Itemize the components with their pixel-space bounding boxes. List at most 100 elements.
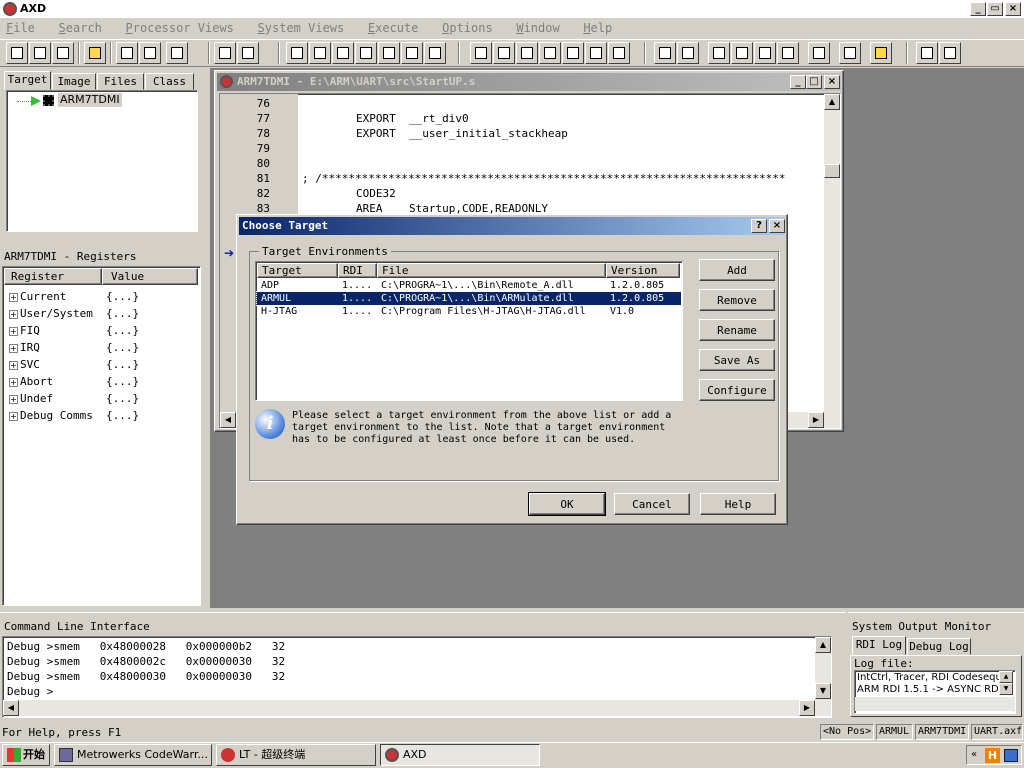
show-execution-point-icon[interactable]: [808, 42, 830, 64]
expand-icon[interactable]: +: [9, 343, 18, 353]
expand-icon[interactable]: +: [9, 360, 18, 370]
scroll-right-arrow-icon[interactable]: ▶: [799, 700, 815, 716]
backtrace-view-icon[interactable]: [355, 42, 377, 64]
memory-view-icon[interactable]: [378, 42, 400, 64]
sys-output-icon[interactable]: [562, 42, 584, 64]
cancel-button[interactable]: Cancel: [614, 493, 690, 515]
target-row-adp[interactable]: ADP 1.... C:\PROGRA~1\...\Bin\Remote_A.d…: [257, 279, 681, 292]
find-icon[interactable]: [214, 42, 236, 64]
sys-cli-icon[interactable]: [608, 42, 630, 64]
menu-execute[interactable]: Execute: [368, 21, 419, 35]
print-icon[interactable]: [139, 42, 161, 64]
tab-rdi-log[interactable]: RDI Log: [852, 636, 906, 655]
scroll-right-arrow-icon[interactable]: ▶: [808, 412, 824, 428]
sys-watch-icon[interactable]: [493, 42, 515, 64]
expand-icon[interactable]: +: [9, 326, 18, 336]
sys-variables-icon[interactable]: [516, 42, 538, 64]
column-header-value[interactable]: Value: [102, 268, 198, 285]
dialog-close-button[interactable]: ×: [769, 219, 785, 233]
log-scroll-up-arrow-icon[interactable]: ▲: [999, 671, 1013, 683]
log-output[interactable]: IntCtrl, Tracer, RDI Codesequ ARM RDI 1.…: [854, 670, 1016, 714]
register-row[interactable]: + Current {...}: [9, 289, 139, 305]
scroll-up-arrow-icon[interactable]: ▲: [824, 94, 840, 110]
menu-options[interactable]: Options: [442, 21, 493, 35]
save-as-button[interactable]: Save As: [699, 349, 775, 371]
tab-target[interactable]: Target: [4, 71, 51, 90]
minimize-button[interactable]: _: [970, 2, 986, 16]
close-button[interactable]: ×: [1005, 2, 1021, 16]
dialog-help-button[interactable]: ?: [751, 219, 767, 233]
save-icon[interactable]: [116, 42, 138, 64]
column-header-version[interactable]: Version: [606, 263, 680, 278]
expand-icon[interactable]: +: [9, 377, 18, 387]
reload-image-icon[interactable]: [29, 42, 51, 64]
task-axd-active[interactable]: AXD: [380, 744, 540, 766]
column-header-file[interactable]: File: [377, 263, 606, 278]
step-in-icon[interactable]: [708, 42, 730, 64]
column-header-target[interactable]: Target: [257, 263, 338, 278]
hourglass-icon[interactable]: [870, 42, 892, 64]
menu-window[interactable]: Window: [516, 21, 559, 35]
menu-file[interactable]: File: [6, 21, 35, 35]
sys-source-icon[interactable]: [539, 42, 561, 64]
task-codewarrior[interactable]: Metrowerks CodeWarr...: [54, 744, 212, 766]
cli-output[interactable]: Debug >smem 0x48000028 0x000000b2 32 Deb…: [2, 636, 832, 718]
tree-item-processor[interactable]: ARM7TDMI: [58, 93, 122, 107]
scroll-left-arrow-icon[interactable]: ◀: [3, 700, 19, 716]
run-to-cursor-icon[interactable]: [777, 42, 799, 64]
register-row[interactable]: + SVC {...}: [9, 357, 139, 373]
column-header-rdi[interactable]: RDI: [338, 263, 377, 278]
configure-button[interactable]: Configure: [699, 379, 775, 401]
ok-button[interactable]: OK: [528, 492, 606, 516]
expand-icon[interactable]: +: [9, 292, 18, 302]
reset-icon[interactable]: [52, 42, 74, 64]
tab-files[interactable]: Files: [97, 73, 144, 90]
scroll-down-arrow-icon[interactable]: ▼: [815, 683, 831, 699]
context-help-icon[interactable]: [939, 42, 961, 64]
stop-icon[interactable]: [677, 42, 699, 64]
expand-icon[interactable]: +: [9, 394, 18, 404]
cli-vertical-scrollbar[interactable]: ▲ ▼: [815, 637, 831, 701]
help-icon[interactable]: [916, 42, 938, 64]
find-next-icon[interactable]: [237, 42, 259, 64]
cli-horizontal-scrollbar[interactable]: ◀ ▶: [3, 700, 831, 716]
register-row[interactable]: + User/System {...}: [9, 306, 139, 322]
scroll-up-arrow-icon[interactable]: ▲: [815, 637, 831, 653]
task-hyperterminal[interactable]: LT - 超级终端: [216, 744, 376, 766]
menu-help[interactable]: Help: [583, 21, 612, 35]
menu-system-views[interactable]: System Views: [258, 21, 345, 35]
target-row-hjtag[interactable]: H-JTAG 1.... C:\Program Files\H-JTAG\H-J…: [257, 305, 681, 318]
copy-icon[interactable]: [166, 42, 188, 64]
register-row[interactable]: + IRQ {...}: [9, 340, 139, 356]
disassembly-view-icon[interactable]: [401, 42, 423, 64]
go-icon[interactable]: [654, 42, 676, 64]
restore-button[interactable]: ▭: [987, 2, 1003, 16]
code-maximize-button[interactable]: □: [806, 75, 822, 89]
sys-registers-icon[interactable]: [470, 42, 492, 64]
step-out-icon[interactable]: [754, 42, 776, 64]
expand-icon[interactable]: +: [9, 309, 18, 319]
register-row[interactable]: + Undef {...}: [9, 391, 139, 407]
tab-image[interactable]: Image: [52, 73, 96, 90]
dialog-help-text-button[interactable]: Help: [700, 493, 776, 515]
menu-search[interactable]: Search: [59, 21, 102, 35]
code-minimize-button[interactable]: _: [790, 75, 806, 89]
code-close-button[interactable]: ×: [824, 75, 840, 89]
tab-debug-log[interactable]: Debug Log: [907, 638, 971, 655]
expand-icon[interactable]: +: [9, 411, 18, 421]
open-folder-icon[interactable]: [84, 42, 106, 64]
log-horizontal-scrollbar[interactable]: [855, 697, 1015, 711]
target-list[interactable]: Target RDI File Version ADP 1.... C:\PRO…: [255, 261, 683, 401]
register-row[interactable]: + Debug Comms {...}: [9, 408, 139, 424]
scroll-thumb[interactable]: [824, 164, 840, 178]
toggle-breakpoint-icon[interactable]: [839, 42, 861, 64]
tray-arrow-icon[interactable]: «: [971, 749, 977, 760]
watch-view-icon[interactable]: [309, 42, 331, 64]
tab-class[interactable]: Class: [145, 73, 194, 90]
registers-view-icon[interactable]: [286, 42, 308, 64]
tray-h-jtag-icon[interactable]: H: [985, 748, 1000, 763]
step-icon[interactable]: [731, 42, 753, 64]
load-image-icon[interactable]: [6, 42, 28, 64]
target-row-armul-selected[interactable]: ARMUL 1.... C:\PROGRA~1\...\Bin\ARMulate…: [256, 291, 682, 306]
variables-view-icon[interactable]: [332, 42, 354, 64]
